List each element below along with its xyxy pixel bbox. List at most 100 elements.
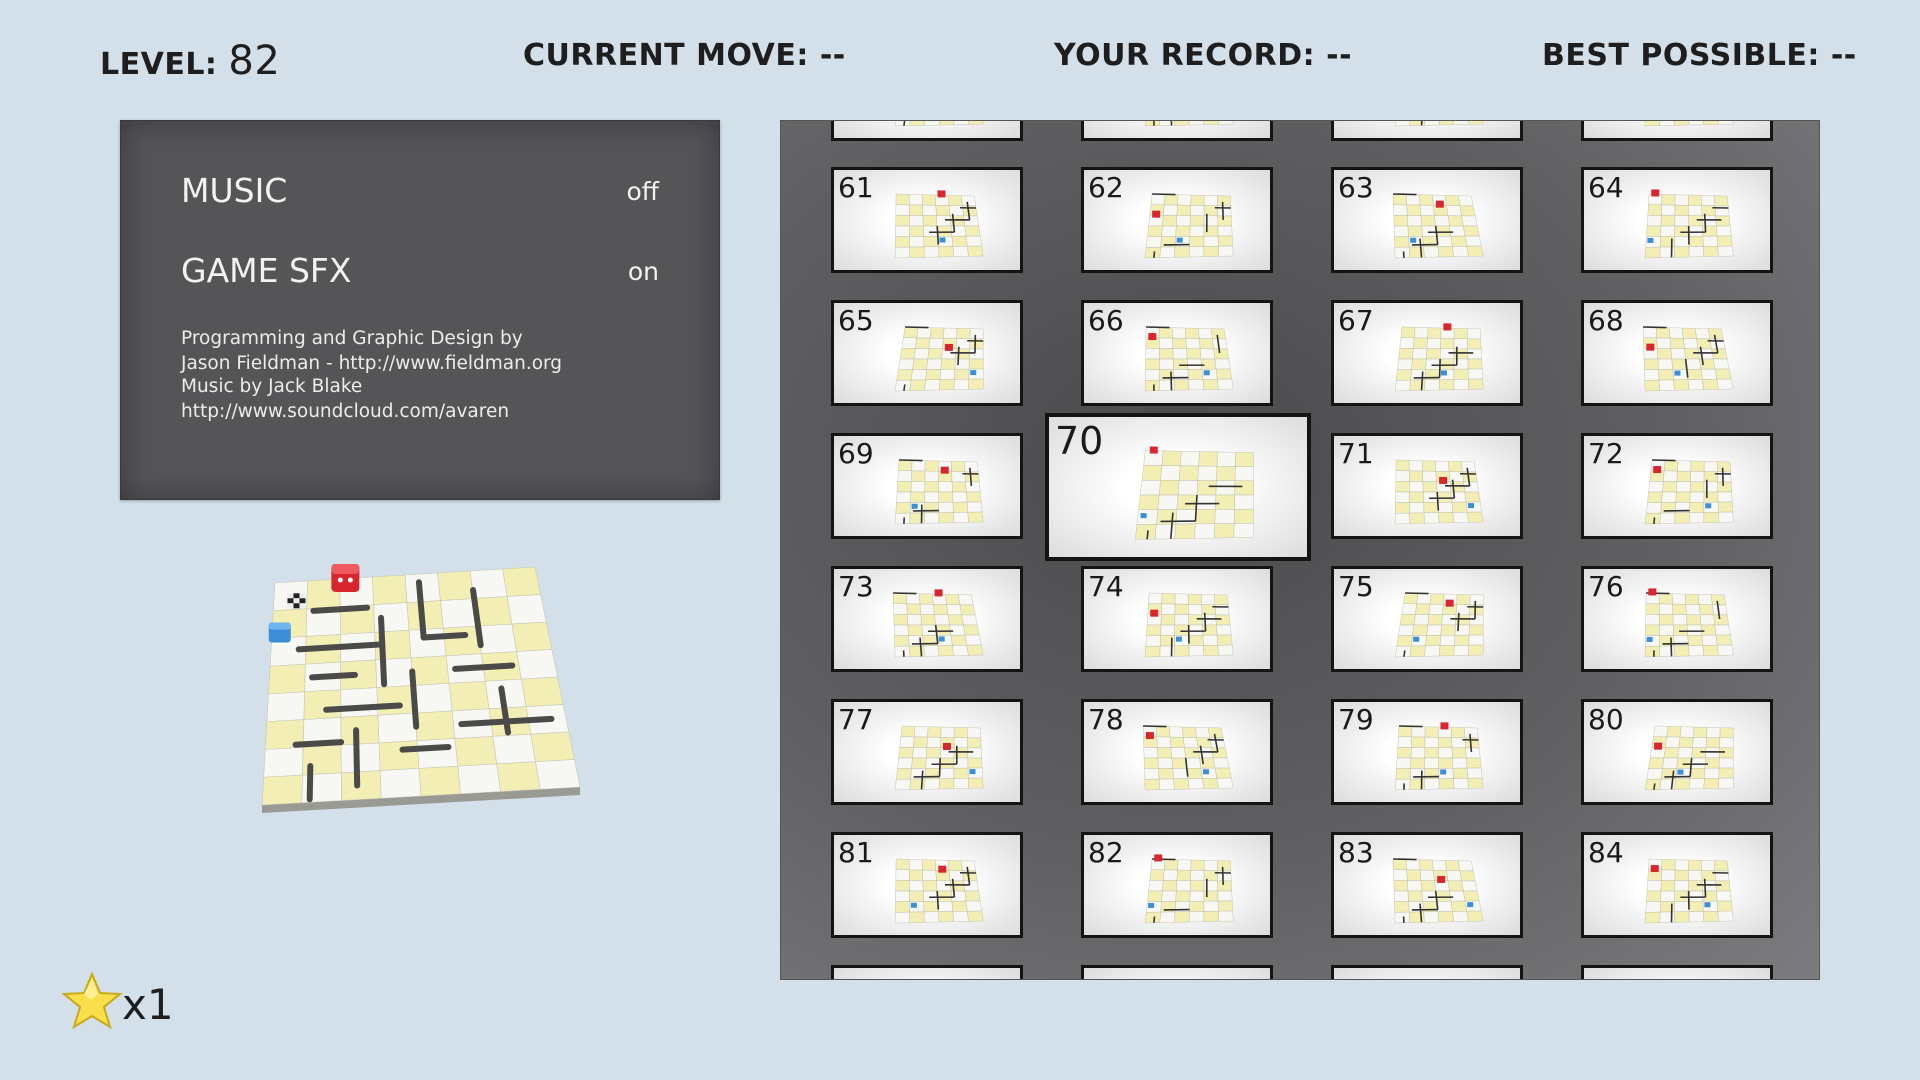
board-tile: [516, 649, 558, 680]
current-move-label: CURRENT MOVE:: [523, 38, 809, 73]
level-thumb-70[interactable]: 70: [1045, 413, 1311, 561]
music-toggle[interactable]: MUSIC off: [181, 171, 659, 221]
level-thumb-67[interactable]: 67: [1331, 300, 1523, 406]
level-thumb-partial[interactable]: [831, 121, 1023, 141]
level-number: 71: [1338, 437, 1374, 470]
board-tile: [502, 566, 541, 597]
level-number: 84: [1588, 836, 1624, 869]
level-thumb-board: [1084, 968, 1270, 980]
board-tile: [511, 621, 553, 652]
level-thumb-74[interactable]: 74: [1081, 566, 1273, 672]
programming-credits-line1: Programming and Graphic Design by: [181, 328, 523, 349]
level-number: 78: [1088, 703, 1124, 736]
level-thumb-78[interactable]: 78: [1081, 699, 1273, 805]
maze-wall: [310, 604, 371, 614]
sfx-toggle[interactable]: GAME SFX on: [181, 251, 659, 301]
board-tile: [340, 742, 381, 774]
board-tile: [457, 763, 501, 795]
board-tile: [535, 759, 581, 790]
maze-wall: [452, 662, 516, 672]
level-number: 82: [1088, 836, 1124, 869]
level-thumb-partial[interactable]: [1581, 965, 1773, 979]
level-thumb-81[interactable]: 81: [831, 832, 1023, 938]
level-thumb-board: [1644, 121, 1734, 127]
best-possible-indicator: BEST POSSIBLE: --: [1542, 38, 1857, 73]
level-thumb-64[interactable]: 64: [1581, 167, 1773, 273]
level-value: 82: [228, 38, 281, 84]
level-thumb-71[interactable]: 71: [1331, 433, 1523, 539]
level-number: 76: [1588, 570, 1624, 603]
music-label: MUSIC: [181, 171, 288, 210]
sfx-value[interactable]: on: [628, 257, 659, 286]
level-number: 74: [1088, 570, 1124, 603]
board-tile: [410, 655, 450, 686]
level-thumb-75[interactable]: 75: [1331, 566, 1523, 672]
board-tile: [268, 663, 306, 695]
level-thumb-partial[interactable]: [1581, 121, 1773, 141]
level-number: 65: [838, 304, 874, 337]
board-tile: [492, 733, 536, 765]
maze-wall: [309, 671, 358, 681]
level-number: 79: [1338, 703, 1374, 736]
star-counter: x1: [60, 970, 180, 1030]
level-thumb-80[interactable]: 80: [1581, 699, 1773, 805]
level-indicator: LEVEL: 82: [100, 38, 280, 84]
level-thumb-69[interactable]: 69: [831, 433, 1023, 539]
music-credits-line2: http://www.soundcloud.com/avaren: [181, 401, 510, 422]
board-tile: [340, 714, 380, 746]
level-thumb-68[interactable]: 68: [1581, 300, 1773, 406]
music-credits-line1: Music by Jack Blake: [181, 376, 363, 397]
level-thumb-partial[interactable]: [831, 965, 1023, 980]
level-thumb-66[interactable]: 66: [1081, 300, 1273, 406]
board-tile: [530, 731, 575, 763]
board-tile: [414, 710, 456, 742]
options-panel: MUSIC off GAME SFX on Programming and Gr…: [120, 120, 720, 500]
music-value[interactable]: off: [626, 177, 659, 206]
maze-wall: [399, 744, 452, 753]
board-tile: [303, 689, 342, 720]
level-thumb-72[interactable]: 72: [1581, 433, 1773, 539]
maze-wall: [292, 739, 345, 748]
record-label: YOUR RECORD:: [1054, 38, 1316, 73]
red-cube: [331, 563, 360, 592]
level-number: 68: [1588, 304, 1624, 337]
level-number: 62: [1088, 171, 1124, 204]
level-number: 81: [838, 836, 874, 869]
maze-wall: [353, 727, 361, 789]
level-thumb-79[interactable]: 79: [1331, 699, 1523, 805]
board-tile: [418, 765, 462, 797]
level-thumb-65[interactable]: 65: [831, 300, 1023, 406]
board-tile: [340, 687, 379, 718]
level-thumb-83[interactable]: 83: [1331, 832, 1523, 938]
level-label: LEVEL:: [100, 47, 218, 82]
star-icon: [61, 971, 123, 1030]
level-thumb-63[interactable]: 63: [1331, 167, 1523, 273]
level-thumb-73[interactable]: 73: [831, 566, 1023, 672]
level-number: 72: [1588, 437, 1624, 470]
level-thumb-partial[interactable]: [1331, 121, 1523, 141]
board-tile: [506, 594, 547, 625]
level-select-grid[interactable]: 61 62 63 64 65 66 67 68 69 70 71 72 73 74 75 76 77 78 79 80…: [780, 120, 1820, 980]
best-possible-value: --: [1830, 38, 1857, 73]
level-thumb-board: [894, 121, 984, 127]
level-thumb-76[interactable]: 76: [1581, 566, 1773, 672]
current-move-value: --: [819, 38, 846, 73]
level-thumb-partial[interactable]: [1081, 965, 1273, 980]
level-thumb-61[interactable]: 61: [831, 167, 1023, 273]
maze-wall: [409, 668, 420, 730]
level-thumb-62[interactable]: 62: [1081, 167, 1273, 273]
level-number: 63: [1338, 171, 1374, 204]
record-value: --: [1326, 38, 1353, 73]
level-number: 83: [1338, 836, 1374, 869]
board-tile: [376, 685, 416, 716]
level-thumb-partial[interactable]: [1081, 121, 1273, 141]
level-thumb-board: [834, 968, 1020, 980]
record-indicator: YOUR RECORD: --: [1054, 38, 1352, 73]
level-thumb-77[interactable]: 77: [831, 699, 1023, 805]
goal-tile: [287, 593, 306, 609]
level-thumb-84[interactable]: 84: [1581, 832, 1773, 938]
level-thumb-partial[interactable]: [1331, 965, 1523, 979]
level-thumb-82[interactable]: 82: [1081, 832, 1273, 938]
board-tile: [372, 574, 408, 605]
level-number: 73: [838, 570, 874, 603]
